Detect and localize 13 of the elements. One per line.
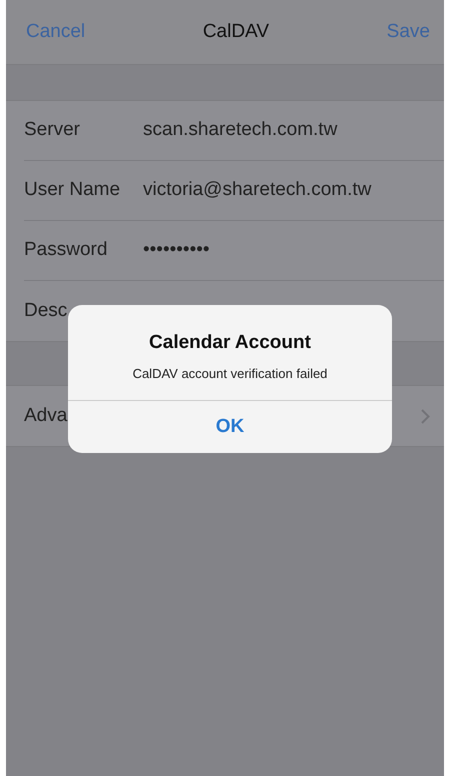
- field-label: Server: [24, 118, 81, 142]
- field-label: Desc: [24, 298, 68, 323]
- field-label: Password: [24, 238, 108, 262]
- field-value[interactable]: ••••••••••: [143, 236, 210, 265]
- nav-title: CalDAV: [202, 20, 269, 44]
- alert-title: Calendar Account: [148, 331, 312, 355]
- field-value[interactable]: victoria@sharetech.com.tw: [143, 176, 372, 205]
- field-label: User Name: [24, 178, 122, 202]
- chevron-icon: [421, 408, 430, 424]
- advanced-label: Adva: [24, 404, 68, 428]
- ok-button[interactable]: OK: [68, 401, 392, 453]
- field-value[interactable]: scan.sharetech.com.tw: [143, 116, 338, 145]
- alert-message: CalDAV account verification failed: [132, 364, 328, 382]
